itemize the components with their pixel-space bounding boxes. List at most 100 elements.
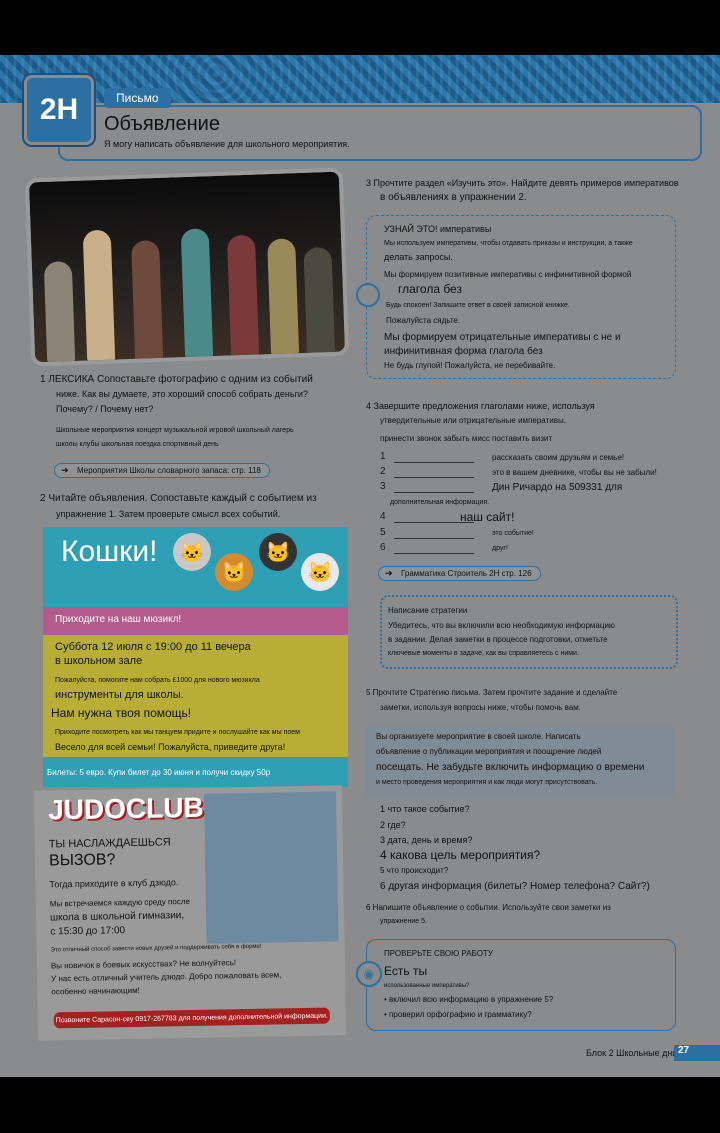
strategy-l3: ключевые моменты в задаче, как вы справл… bbox=[388, 650, 579, 657]
know-p1b: делать запросы. bbox=[384, 252, 453, 262]
cats-help: Пожалуйста, помогите нам собрать £1000 д… bbox=[55, 677, 260, 684]
cats-sing: Приходите посмотреть как мы танцуем прид… bbox=[55, 729, 300, 736]
cats-title: Кошки! bbox=[61, 535, 158, 568]
cats-place: в школьном зале bbox=[55, 655, 143, 667]
answer-blank[interactable] bbox=[394, 553, 474, 554]
grammar-ref-link[interactable]: Грамматика Строитель 2H стр. 126 bbox=[378, 566, 541, 581]
cats-need: Нам нужна твоя помощь! bbox=[51, 706, 192, 720]
ex4-line2: утвердительные или отрицательные императ… bbox=[380, 416, 566, 425]
section-tag: Письмо bbox=[104, 88, 171, 108]
know-head: УЗНАЙ ЭТО! императивы bbox=[384, 224, 492, 234]
page-title: Объявление bbox=[104, 113, 220, 135]
item-text: это в вашем дневнике, чтобы вы не забыли… bbox=[492, 468, 657, 477]
answer-blank[interactable] bbox=[394, 462, 474, 463]
know-p2: Мы формируем позитивные императивы с инф… bbox=[384, 270, 632, 279]
ex4-verbs: принести звонок забыть мисс поставить ви… bbox=[380, 434, 553, 443]
ex4-line1: 4 Завершите предложения глаголами ниже, … bbox=[366, 401, 595, 411]
footer-unit: Блок 2 Школьные дни bbox=[586, 1048, 678, 1058]
strategy-head: Написание стратегии bbox=[388, 606, 468, 615]
ex1-events2: школы клубы школьная поездка спортивный … bbox=[56, 441, 219, 448]
judo-q2: ВЫЗОВ? bbox=[48, 851, 116, 870]
judo-poster: JUDOCLUB ТЫ НАСЛАЖДАЕШЬСЯ ВЫЗОВ? Тогда п… bbox=[33, 785, 347, 1041]
know-p3: Будь спокоен! Запишите ответ в своей зап… bbox=[386, 302, 570, 309]
judo-title: JUDOCLUB bbox=[47, 791, 204, 826]
know-p5b: инфинитивная форма глагола без bbox=[384, 346, 543, 357]
task-l2: объявление о публикации мероприятия и по… bbox=[376, 747, 602, 756]
eye-icon: ◉ bbox=[356, 961, 382, 987]
textbook-page: 2H Письмо Объявление Я могу написать объ… bbox=[0, 55, 720, 1077]
cat-black-icon: 🐱 bbox=[259, 533, 297, 571]
item-text: наш сайт! bbox=[460, 510, 515, 524]
know-p5: Мы формируем отрицательные императивы с … bbox=[384, 332, 621, 343]
task-l1: Вы организуете мероприятие в своей школе… bbox=[376, 732, 581, 741]
item-text: рассказать своим друзьям и семье! bbox=[492, 453, 625, 462]
item-number: 1 bbox=[380, 451, 386, 462]
cat-grey-icon: 🐱 bbox=[173, 533, 211, 571]
item-number: 6 bbox=[380, 542, 386, 553]
cats-musical: Приходите на наш мюзикл! bbox=[55, 614, 182, 625]
strategy-l1: Убедитесь, что вы включили всю необходим… bbox=[388, 621, 615, 630]
check-b2-text: включил всю информацию в упражнение 5? bbox=[389, 995, 554, 1004]
cats-tickets: Билеты: 5 евро. Купи билет до 30 июня и … bbox=[47, 768, 271, 777]
check-head: ПРОВЕРЬТЕ СВОЮ РАБОТУ bbox=[384, 949, 493, 958]
item-text: это событие! bbox=[492, 530, 534, 537]
question-item: 5 что происходит? bbox=[380, 866, 449, 875]
judo-contact-bar: Позвоните Сарасон-сеу 0917-267783 для по… bbox=[53, 1007, 330, 1029]
musical-photo bbox=[24, 167, 350, 367]
strategy-l2: в задании. Делая заметки в процессе подг… bbox=[388, 635, 608, 644]
page-number: 27 bbox=[674, 1045, 720, 1061]
unit-badge: 2H bbox=[24, 75, 94, 145]
judo-come: Тогда приходите в клуб дзюдо. bbox=[49, 877, 179, 890]
lightbulb-icon bbox=[356, 283, 380, 307]
answer-blank[interactable] bbox=[394, 477, 474, 478]
item-text: друг! bbox=[492, 545, 508, 552]
cat-orange-icon: 🐱 bbox=[215, 553, 253, 591]
know-p6: Не будь глупой! Пожалуйста, не перебивай… bbox=[384, 361, 556, 370]
ex1-events1: Школьные мероприятия концерт музыкальной… bbox=[56, 427, 294, 434]
ex1-heading: 1 ЛЕКСИКА Сопоставьте фотографию с одним… bbox=[40, 374, 313, 385]
ex2-line1: 2 Читайте объявления. Сопоставьте каждый… bbox=[40, 493, 317, 504]
judo-beginners: особенно начинающим! bbox=[51, 985, 140, 997]
item-text: Дин Ричардо на 509331 для bbox=[492, 482, 623, 493]
judo-school: школа в школьной гимназии, bbox=[49, 910, 185, 924]
check-b2: • включил всю информацию в упражнение 5? bbox=[384, 995, 554, 1004]
task-l4: и место проведения мероприятия и как люд… bbox=[376, 779, 598, 786]
vocab-ref-link[interactable]: Мероприятия Школы словарного запаса: стр… bbox=[54, 463, 270, 478]
task-l3: посещать. Не забудьте включить информаци… bbox=[376, 762, 645, 773]
check-b3-text: проверил орфографию и грамматику? bbox=[389, 1010, 532, 1019]
check-b3: • проверил орфографию и грамматику? bbox=[384, 1010, 532, 1019]
ex1-line3: Почему? / Почему нет? bbox=[56, 404, 154, 414]
cats-instr: инструменты для школы. bbox=[55, 689, 184, 701]
judo-meet: Мы встречаемся каждую среду после bbox=[49, 897, 190, 909]
judo-photo bbox=[203, 791, 339, 944]
know-p4: Пожалуйста сядьте. bbox=[386, 316, 461, 325]
item-number: 4 bbox=[380, 511, 386, 522]
page-subtitle: Я могу написать объявление для школьного… bbox=[104, 139, 350, 149]
item-number: 5 bbox=[380, 527, 386, 538]
cats-fun: Весело для всей семьи! Пожалуйста, приве… bbox=[55, 742, 286, 752]
ex1-line2: ниже. Как вы думаете, это хороший способ… bbox=[56, 389, 308, 399]
answer-blank[interactable] bbox=[394, 538, 474, 539]
item-number: 2 bbox=[380, 466, 386, 477]
question-item: 2 где? bbox=[380, 820, 406, 830]
question-item: 4 какова цель мероприятия? bbox=[380, 848, 541, 862]
judo-fit: Это отличный способ завести новых друзей… bbox=[50, 943, 262, 954]
question-item: 6 другая информация (билеты? Номер телеф… bbox=[380, 881, 650, 892]
answer-blank[interactable] bbox=[394, 492, 474, 493]
item-text: дополнительная информация. bbox=[390, 499, 490, 506]
ex5-line1: 5 Прочтите Стратегию письма. Затем прочт… bbox=[366, 688, 618, 697]
ex5-line2: заметки, используя вопросы ниже, чтобы п… bbox=[380, 703, 581, 712]
ex2-line2: упражнение 1. Затем проверьте смысл всех… bbox=[56, 509, 281, 519]
ex6-line2: упражнение 5. bbox=[380, 918, 427, 925]
item-number: 3 bbox=[380, 481, 386, 492]
ex6-line1: 6 Напишите объявление о событии. Использ… bbox=[366, 903, 611, 912]
judo-time: с 15:30 до 17:00 bbox=[50, 925, 126, 938]
check-have: Есть ты bbox=[384, 964, 428, 978]
know-p1: Мы используем императивы, чтобы отдавать… bbox=[384, 240, 633, 247]
cats-date: Суббота 12 июля с 19:00 до 11 вечера bbox=[55, 641, 251, 653]
cats-poster: Кошки! 🐱 🐱 🐱 🐱 Приходите на наш мюзикл! … bbox=[43, 527, 348, 787]
know-p2b: глагола без bbox=[398, 282, 462, 296]
ex3-line2: в объявлениях в упражнении 2. bbox=[380, 192, 527, 203]
ex3-line1: 3 Прочтите раздел «Изучить это». Найдите… bbox=[366, 178, 679, 188]
judo-q1: ТЫ НАСЛАЖДАЕШЬСЯ bbox=[48, 836, 171, 851]
